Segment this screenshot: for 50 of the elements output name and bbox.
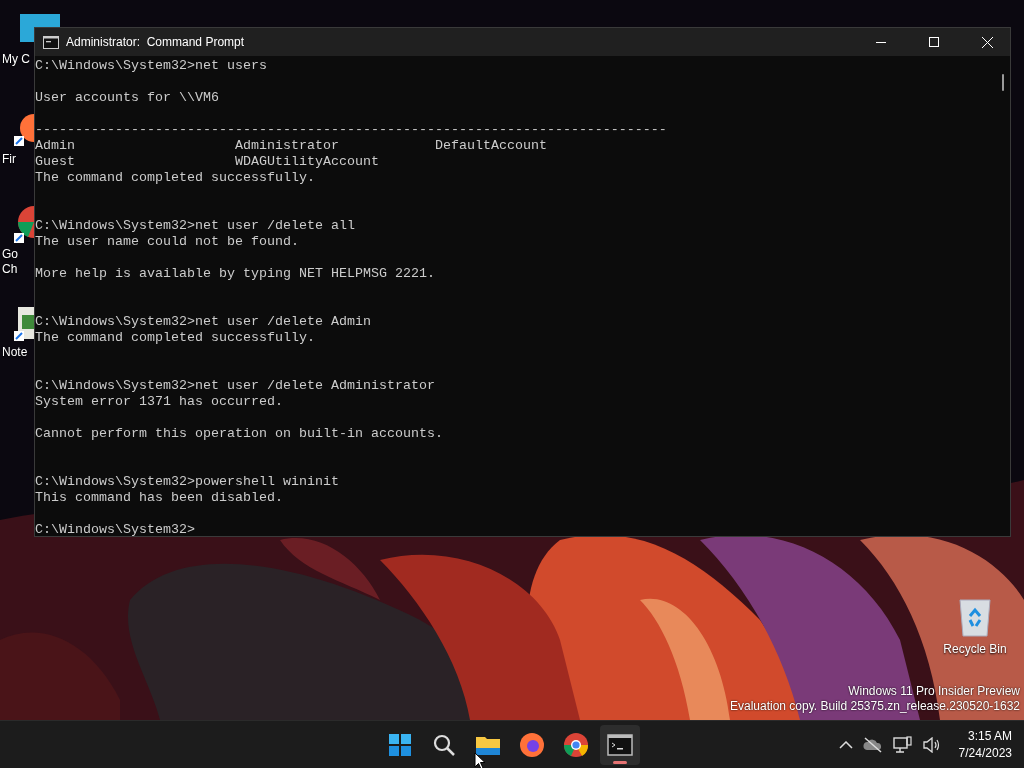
console-line: More help is available by typing NET HELPMSG 2221. bbox=[35, 266, 435, 282]
maximize-icon bbox=[929, 37, 939, 47]
network-icon bbox=[892, 736, 913, 754]
folder-icon bbox=[475, 734, 501, 756]
console-line: C:\Windows\System32>powershell wininit bbox=[35, 474, 339, 490]
clock-time: 3:15 AM bbox=[967, 728, 1012, 745]
tray-button[interactable] bbox=[890, 734, 915, 756]
evaluation-notice: Evaluation copy. Build 25375.zn_release.230520-1632 bbox=[730, 699, 1020, 714]
window-title: Administrator: Command Prompt bbox=[66, 35, 246, 49]
notepad-icon bbox=[14, 305, 34, 341]
console-line: The command completed successfully. bbox=[35, 170, 315, 186]
recycle-bin-icon bbox=[958, 598, 992, 638]
console-icon bbox=[43, 35, 59, 49]
console-line: ------------------------------------------------------------------------------- bbox=[35, 122, 667, 138]
icon-label: My C bbox=[2, 52, 30, 67]
console-line: C:\Windows\System32>net user /delete Administrator bbox=[35, 378, 435, 394]
icon-label: Note bbox=[2, 345, 28, 360]
console-line: C:\Windows\System32> bbox=[35, 522, 195, 538]
speaker-icon bbox=[922, 737, 941, 753]
console-line: Admin Administrator DefaultAccount bbox=[35, 138, 547, 154]
scrollbar-thumb[interactable] bbox=[1002, 74, 1004, 91]
mouse-pointer-icon bbox=[474, 752, 486, 768]
cloud-off-icon bbox=[862, 737, 883, 753]
icon-label: Go bbox=[2, 247, 18, 262]
search-icon bbox=[432, 733, 456, 757]
clock-date: 7/24/2023 bbox=[958, 745, 1012, 762]
console-line: User accounts for \\VM6 bbox=[35, 90, 219, 106]
chevron-up-icon bbox=[838, 741, 853, 749]
console-line: The user name could not be found. bbox=[35, 234, 299, 250]
evaluation-notice: Windows 11 Pro Insider Preview bbox=[848, 684, 1020, 699]
terminal-icon bbox=[607, 734, 633, 756]
console-line: The command completed successfully. bbox=[35, 330, 315, 346]
icon-label: Recycle Bin bbox=[943, 642, 1007, 657]
taskbar-app[interactable] bbox=[600, 725, 640, 765]
console-line: C:\Windows\System32>net users bbox=[35, 58, 267, 74]
console-line: This command has been disabled. bbox=[35, 490, 283, 506]
console-line: C:\Windows\System32>net user /delete all bbox=[35, 218, 355, 234]
minimize-icon bbox=[876, 41, 886, 43]
console-line: System error 1371 has occurred. bbox=[35, 394, 283, 410]
icon-label: Ch bbox=[2, 262, 18, 277]
windows-logo-icon bbox=[388, 733, 412, 757]
active-indicator bbox=[613, 761, 627, 764]
console-line: Guest WDAGUtilityAccount bbox=[35, 154, 379, 170]
chrome-icon bbox=[563, 732, 589, 758]
console-line: C:\Windows\System32>net user /delete Admin bbox=[35, 314, 371, 330]
firefox-icon bbox=[519, 732, 545, 758]
icon-label: Fir bbox=[2, 152, 16, 167]
console-line: Cannot perform this operation on built-in accounts. bbox=[35, 426, 443, 442]
close-icon bbox=[981, 36, 993, 48]
firefox-icon bbox=[14, 112, 34, 148]
